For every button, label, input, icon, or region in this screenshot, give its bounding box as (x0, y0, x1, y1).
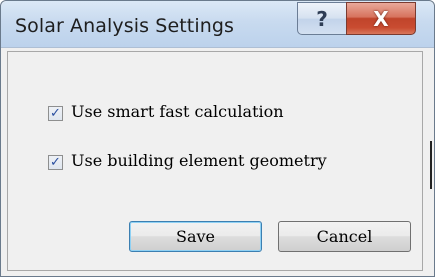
cancel-button[interactable]: Cancel (278, 221, 411, 252)
text-cursor-mark (430, 141, 432, 189)
smart-fast-calculation-checkbox[interactable]: ✓ (48, 106, 63, 121)
close-button[interactable]: X (346, 2, 416, 35)
dialog-title: Solar Analysis Settings (15, 15, 235, 37)
smart-fast-calculation-option[interactable]: ✓ Use smart fast calculation (48, 102, 284, 121)
building-element-geometry-option[interactable]: ✓ Use building element geometry (48, 151, 327, 170)
help-button[interactable]: ? (297, 2, 347, 35)
checkmark-icon: ✓ (50, 155, 61, 170)
checkmark-icon: ✓ (50, 106, 61, 121)
help-icon: ? (316, 6, 328, 31)
building-element-geometry-checkbox[interactable]: ✓ (48, 155, 63, 170)
smart-fast-calculation-label[interactable]: Use smart fast calculation (71, 102, 284, 121)
solar-analysis-settings-dialog: Solar Analysis Settings ? X ✓ Use smart … (0, 0, 435, 277)
building-element-geometry-label[interactable]: Use building element geometry (71, 151, 327, 170)
save-button[interactable]: Save (129, 221, 262, 252)
close-icon: X (373, 6, 389, 31)
